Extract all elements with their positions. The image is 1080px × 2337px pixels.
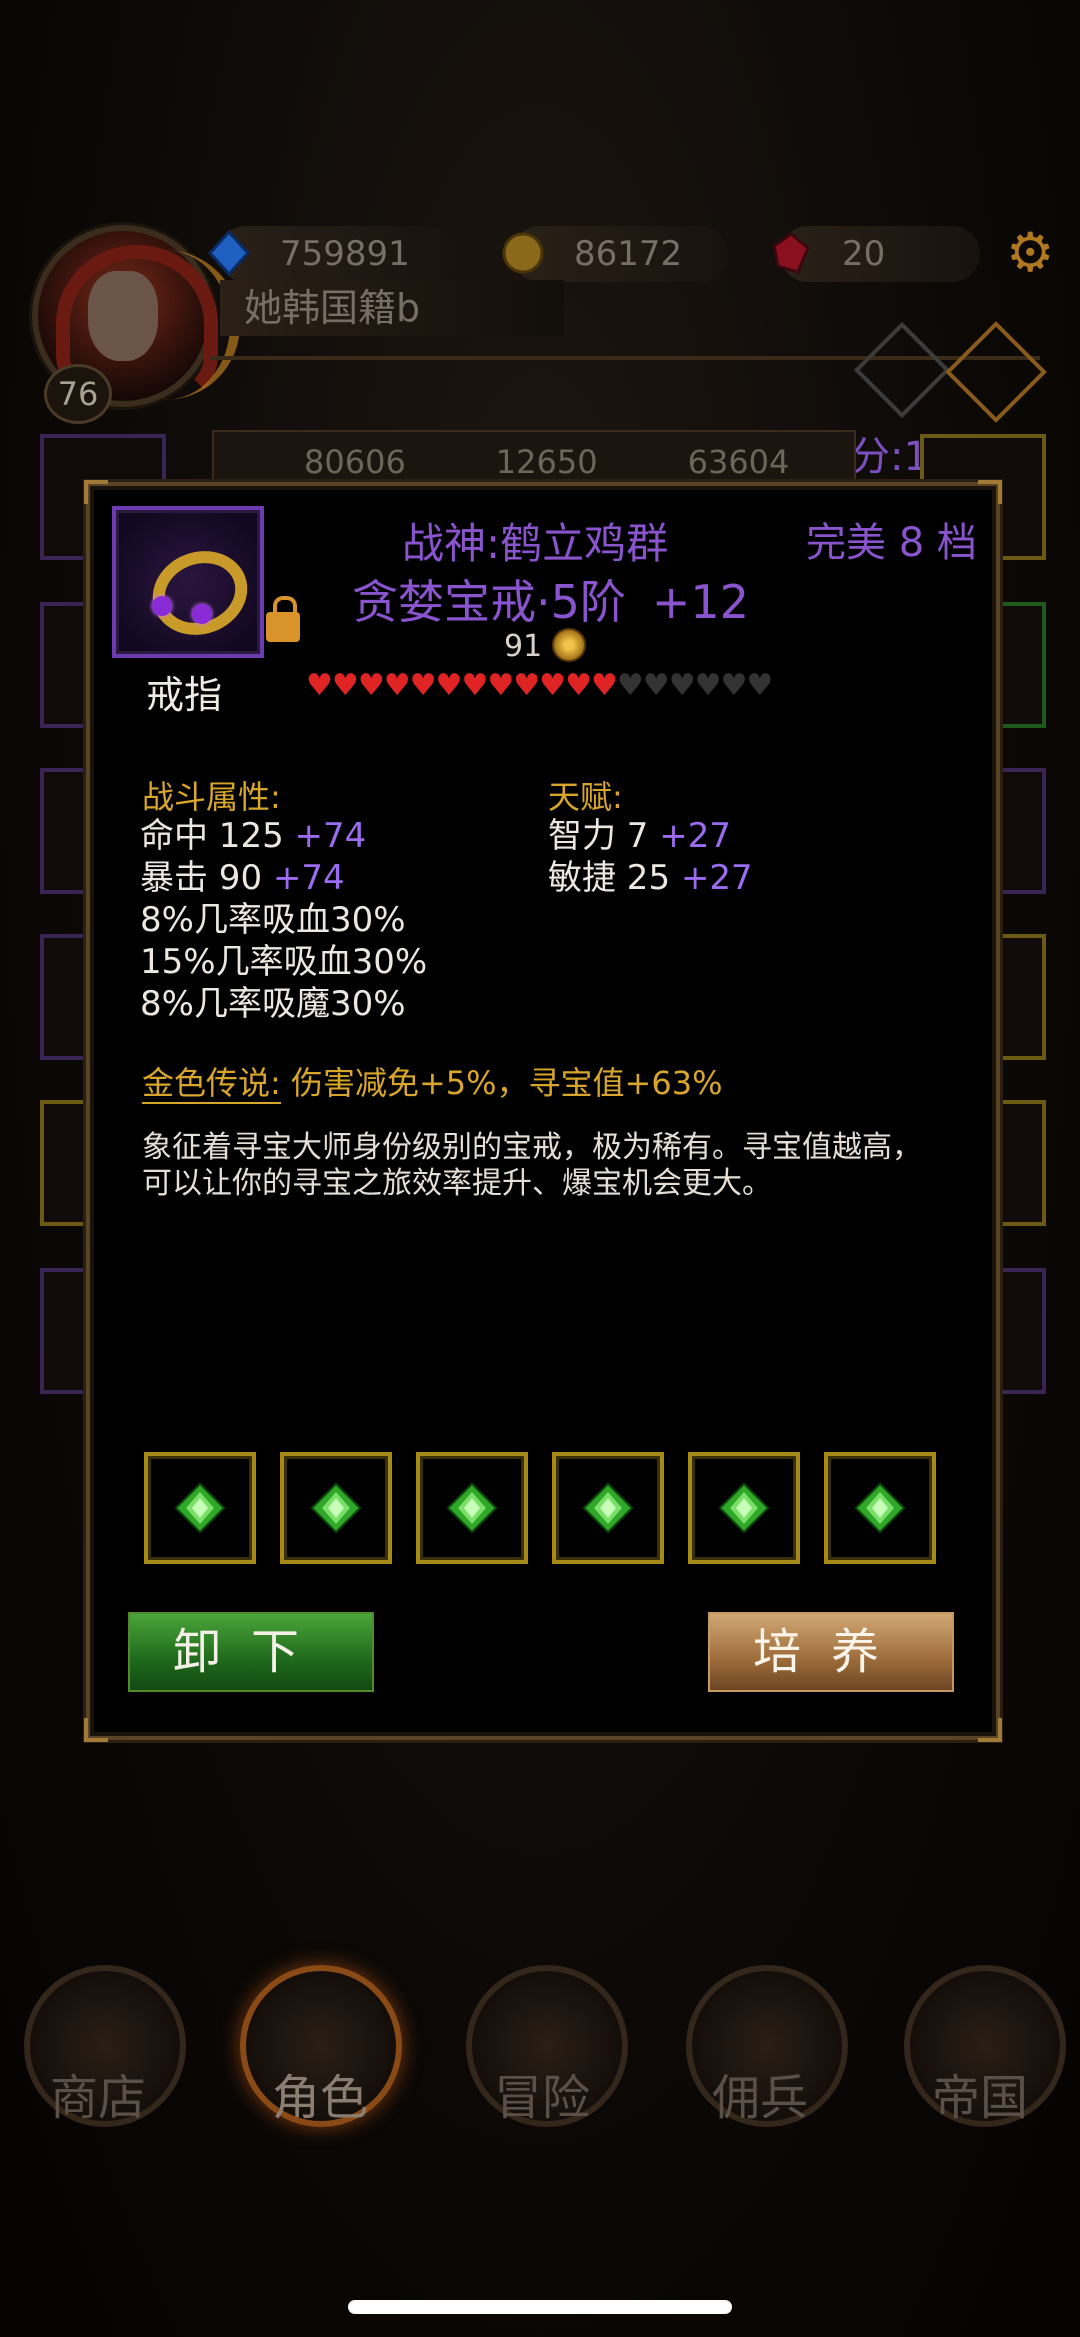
- heart-empty-icon: ♥: [642, 668, 670, 703]
- green-gem-icon: [854, 1482, 906, 1534]
- attr-base: 8%几率吸魔30%: [140, 984, 406, 1024]
- nav-label-mercenary[interactable]: 佣兵: [670, 2058, 850, 2128]
- red-gem-counter: 20: [772, 226, 980, 282]
- heart-empty-icon: ♥: [668, 668, 696, 703]
- player-name: 她韩国籍b: [220, 280, 564, 336]
- nav-label-shop[interactable]: 商店: [8, 2058, 188, 2128]
- heart-filled-icon: ♥: [331, 668, 359, 703]
- gem-slot[interactable]: [824, 1452, 936, 1564]
- gem-slot[interactable]: [416, 1452, 528, 1564]
- player-level: 76: [44, 364, 112, 424]
- nav-label-character[interactable]: 角色: [230, 2058, 410, 2128]
- gem-slot[interactable]: [144, 1452, 256, 1564]
- item-enhance: +12: [651, 575, 749, 629]
- green-gem-icon: [446, 1482, 498, 1534]
- panel-corner: [84, 480, 108, 504]
- nav-label-adventure[interactable]: 冒险: [452, 2058, 632, 2128]
- talent-attr: 敏捷 25 +27: [548, 850, 753, 899]
- heart-filled-icon: ♥: [461, 668, 488, 703]
- heart-filled-icon: ♥: [590, 668, 618, 703]
- home-indicator[interactable]: [348, 2300, 732, 2314]
- item-description: 象征着寻宝大师身份级别的宝戒，极为稀有。寻宝值越高，可以让你的寻宝之旅效率提升、…: [142, 1130, 922, 1201]
- gem-slot[interactable]: [688, 1452, 800, 1564]
- heart-filled-icon: ♥: [357, 668, 385, 703]
- ring-gem: [152, 596, 172, 616]
- nav-label-empire[interactable]: 帝国: [890, 2058, 1070, 2128]
- heart-filled-icon: ♥: [306, 668, 333, 703]
- red-gem-value: 20: [842, 234, 886, 274]
- gem-slot[interactable]: [552, 1452, 664, 1564]
- combat-attr: 8%几率吸魔30%: [140, 976, 406, 1025]
- item-name-row: 贪婪宝戒·5阶 +12: [352, 566, 749, 632]
- heart-empty-icon: ♥: [746, 668, 773, 703]
- unequip-button[interactable]: 卸下: [128, 1612, 374, 1692]
- ring-gem: [192, 604, 212, 624]
- gem-slot[interactable]: [280, 1452, 392, 1564]
- lock-icon[interactable]: [266, 596, 300, 642]
- heart-filled-icon: ♥: [565, 668, 592, 703]
- attr-base: 敏捷 25: [548, 858, 681, 898]
- coin-icon: [552, 628, 587, 662]
- item-level: 91: [504, 628, 587, 664]
- green-gem-icon: [718, 1482, 770, 1534]
- ring-icon: [140, 538, 260, 648]
- settings-gear-icon[interactable]: ⚙: [1006, 226, 1056, 280]
- blue-gem-value: 759891: [280, 234, 410, 274]
- heart-filled-icon: ♥: [487, 668, 514, 703]
- item-name: 贪婪宝戒·5阶: [352, 575, 626, 629]
- cultivate-button[interactable]: 培养: [708, 1612, 954, 1692]
- green-gem-icon: [174, 1482, 226, 1534]
- red-gem-icon: [772, 232, 810, 274]
- panel-corner: [84, 1718, 108, 1742]
- heart-filled-icon: ♥: [435, 668, 463, 703]
- green-gem-icon: [310, 1482, 362, 1534]
- stat-attack: 80606: [304, 443, 406, 481]
- heart-empty-icon: ♥: [616, 668, 644, 703]
- blue-gem-counter: 759891: [207, 226, 458, 282]
- blue-gem-icon: [207, 230, 251, 276]
- gold-value: 86172: [574, 234, 683, 274]
- legend-label: 金色传说:: [142, 1064, 281, 1104]
- quality-hearts: ♥♥♥♥♥♥♥♥♥♥♥♥♥♥♥♥♥♥: [306, 668, 773, 703]
- heart-filled-icon: ♥: [539, 668, 566, 703]
- item-icon-frame: [112, 506, 264, 658]
- item-grade: 完美 8 档: [806, 520, 977, 566]
- item-title: 战神:鹤立鸡群: [402, 519, 669, 568]
- heart-empty-icon: ♥: [720, 668, 748, 703]
- heart-filled-icon: ♥: [513, 668, 540, 703]
- attr-bonus: +27: [680, 858, 753, 898]
- panel-corner: [978, 480, 1002, 504]
- stat-sword: 12650: [495, 443, 598, 481]
- legend-text: 伤害减免+5%，寻宝值+63%: [290, 1064, 723, 1102]
- heart-filled-icon: ♥: [409, 668, 437, 703]
- avatar-face: [88, 271, 158, 361]
- stat-defense: 63604: [687, 443, 790, 481]
- heart-empty-icon: ♥: [694, 668, 722, 703]
- panel-corner: [978, 1718, 1002, 1742]
- gold-coin-icon: [502, 232, 544, 274]
- item-level-value: 91: [504, 629, 543, 664]
- green-gem-icon: [582, 1482, 634, 1534]
- heart-filled-icon: ♥: [383, 668, 411, 703]
- item-type: 戒指: [146, 673, 223, 717]
- legend-row: 金色传说: 伤害减免+5%，寻宝值+63%: [142, 1058, 723, 1104]
- gold-counter: 86172: [502, 226, 728, 282]
